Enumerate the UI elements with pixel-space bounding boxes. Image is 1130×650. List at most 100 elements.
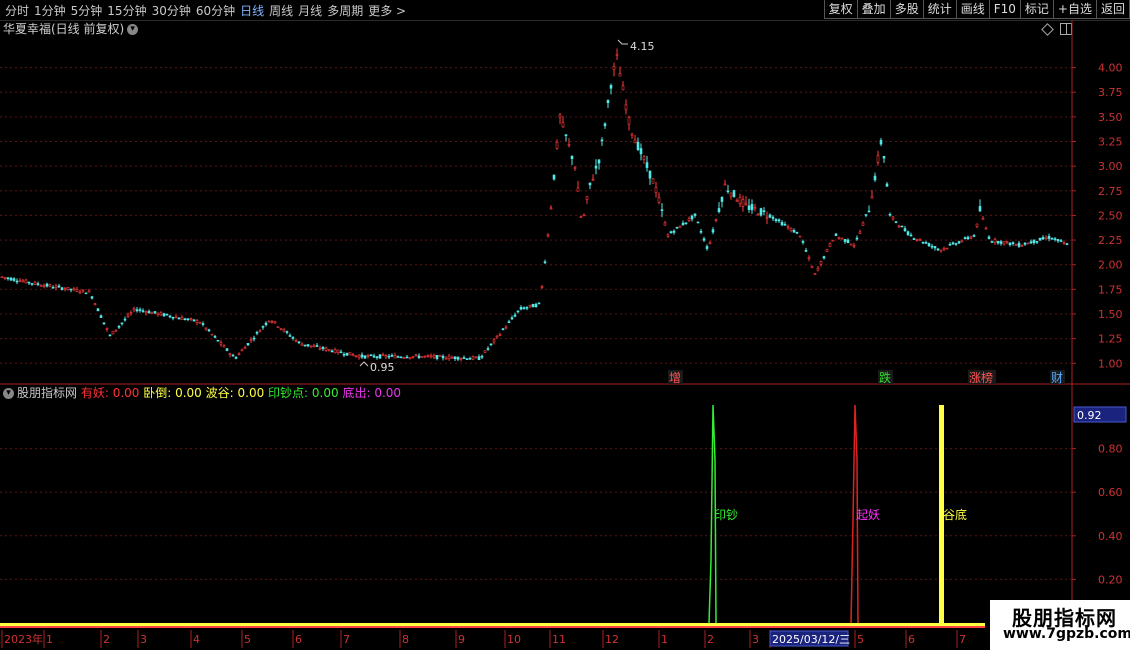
candle-body [813, 273, 817, 275]
candle-body [186, 318, 190, 321]
candle-body [378, 354, 382, 359]
candle-body [948, 244, 952, 246]
candle-body [483, 350, 487, 353]
candle-body [591, 178, 595, 181]
candle-body [108, 334, 112, 337]
candle-body [54, 285, 58, 289]
candle-body [759, 208, 763, 216]
candle-body [72, 288, 76, 291]
candle-body [96, 308, 100, 312]
candle-body [471, 356, 475, 360]
candle-body [930, 245, 934, 248]
candle-body [66, 286, 70, 290]
candle-body [51, 286, 55, 289]
candle-body [771, 216, 775, 219]
candle-body [777, 219, 781, 222]
candle-body [939, 249, 943, 252]
price-tick-label: 3.25 [1098, 136, 1123, 149]
low-label: 0.95 [370, 361, 395, 374]
candle-body [15, 280, 19, 283]
time-label: 11 [552, 633, 566, 646]
candle-body [234, 357, 238, 359]
time-label: 2023年 [4, 632, 43, 646]
candle-body [657, 197, 661, 203]
time-label: 6 [908, 633, 915, 646]
candle-body [111, 330, 115, 335]
candle-body [312, 345, 316, 348]
price-tick-label: 3.75 [1098, 86, 1123, 99]
candle-body [723, 183, 727, 186]
candle-body [408, 357, 412, 359]
candle-body [729, 192, 733, 197]
candle-body [531, 303, 535, 308]
candle-body [876, 155, 880, 163]
candle-body [468, 358, 472, 360]
price-tick-label: 2.25 [1098, 234, 1123, 247]
price-tick-label: 4.00 [1098, 62, 1123, 75]
candle-body [627, 116, 631, 125]
candle-body [540, 286, 544, 288]
candle-body [237, 353, 241, 356]
candle-body [9, 277, 13, 281]
candle-body [294, 339, 298, 342]
candle-body [39, 285, 43, 287]
candle-body [303, 344, 307, 347]
candle-body [558, 114, 562, 118]
candle-body [438, 355, 442, 357]
candle-body [678, 225, 682, 228]
time-label: 12 [605, 633, 619, 646]
candle-body [123, 318, 127, 321]
candle-body [681, 222, 685, 226]
candle-body [525, 307, 529, 309]
candle-body [975, 223, 979, 227]
candle-body [264, 322, 268, 325]
candle-body [243, 346, 247, 350]
candle-body [222, 345, 226, 348]
candle-body [129, 312, 133, 314]
candle-body [645, 162, 649, 168]
candle-body [507, 321, 511, 323]
candle-body [441, 355, 445, 359]
candle-body [102, 322, 106, 325]
candle-body [384, 355, 388, 358]
candle-body [672, 230, 676, 233]
candle-body [561, 122, 565, 128]
candle-body [30, 283, 34, 285]
candle-body [300, 343, 304, 346]
indicator-tick-label: 0.20 [1098, 573, 1123, 586]
candle-body [972, 235, 976, 237]
candle-body [840, 237, 844, 240]
low-marker [359, 361, 369, 367]
candle-body [288, 335, 292, 337]
candle-body [636, 141, 640, 150]
candle-body [546, 234, 550, 237]
candle-body [708, 242, 712, 245]
candle-body [261, 326, 265, 328]
candle-body [792, 230, 796, 233]
candle-body [786, 226, 790, 229]
candle-body [141, 310, 145, 312]
candle-body [255, 332, 259, 334]
candle-body [279, 328, 283, 330]
candle-body [150, 312, 154, 314]
candle-body [342, 353, 346, 356]
candle-body [702, 238, 706, 241]
candle-body [801, 241, 805, 243]
candle-body [60, 287, 64, 290]
candle-body [375, 356, 379, 359]
candle-body [273, 321, 277, 324]
time-label: 7 [343, 633, 350, 646]
candle-body [6, 277, 10, 280]
candle-body [669, 231, 673, 234]
kline-chart[interactable]: 4.00 3.75 3.50 3.25 3.00 2.75 2.50 2.25 2.00 1.75… [0, 0, 1130, 650]
candle-body [3, 277, 7, 279]
candle-body [789, 227, 793, 231]
candle-body [162, 313, 166, 317]
candle-body [1038, 237, 1042, 241]
candle-body [999, 241, 1003, 244]
candle-body [633, 139, 637, 144]
candle-body [831, 239, 835, 242]
candle-body [828, 243, 832, 247]
candle-body [465, 358, 469, 360]
candle-body [963, 237, 967, 239]
